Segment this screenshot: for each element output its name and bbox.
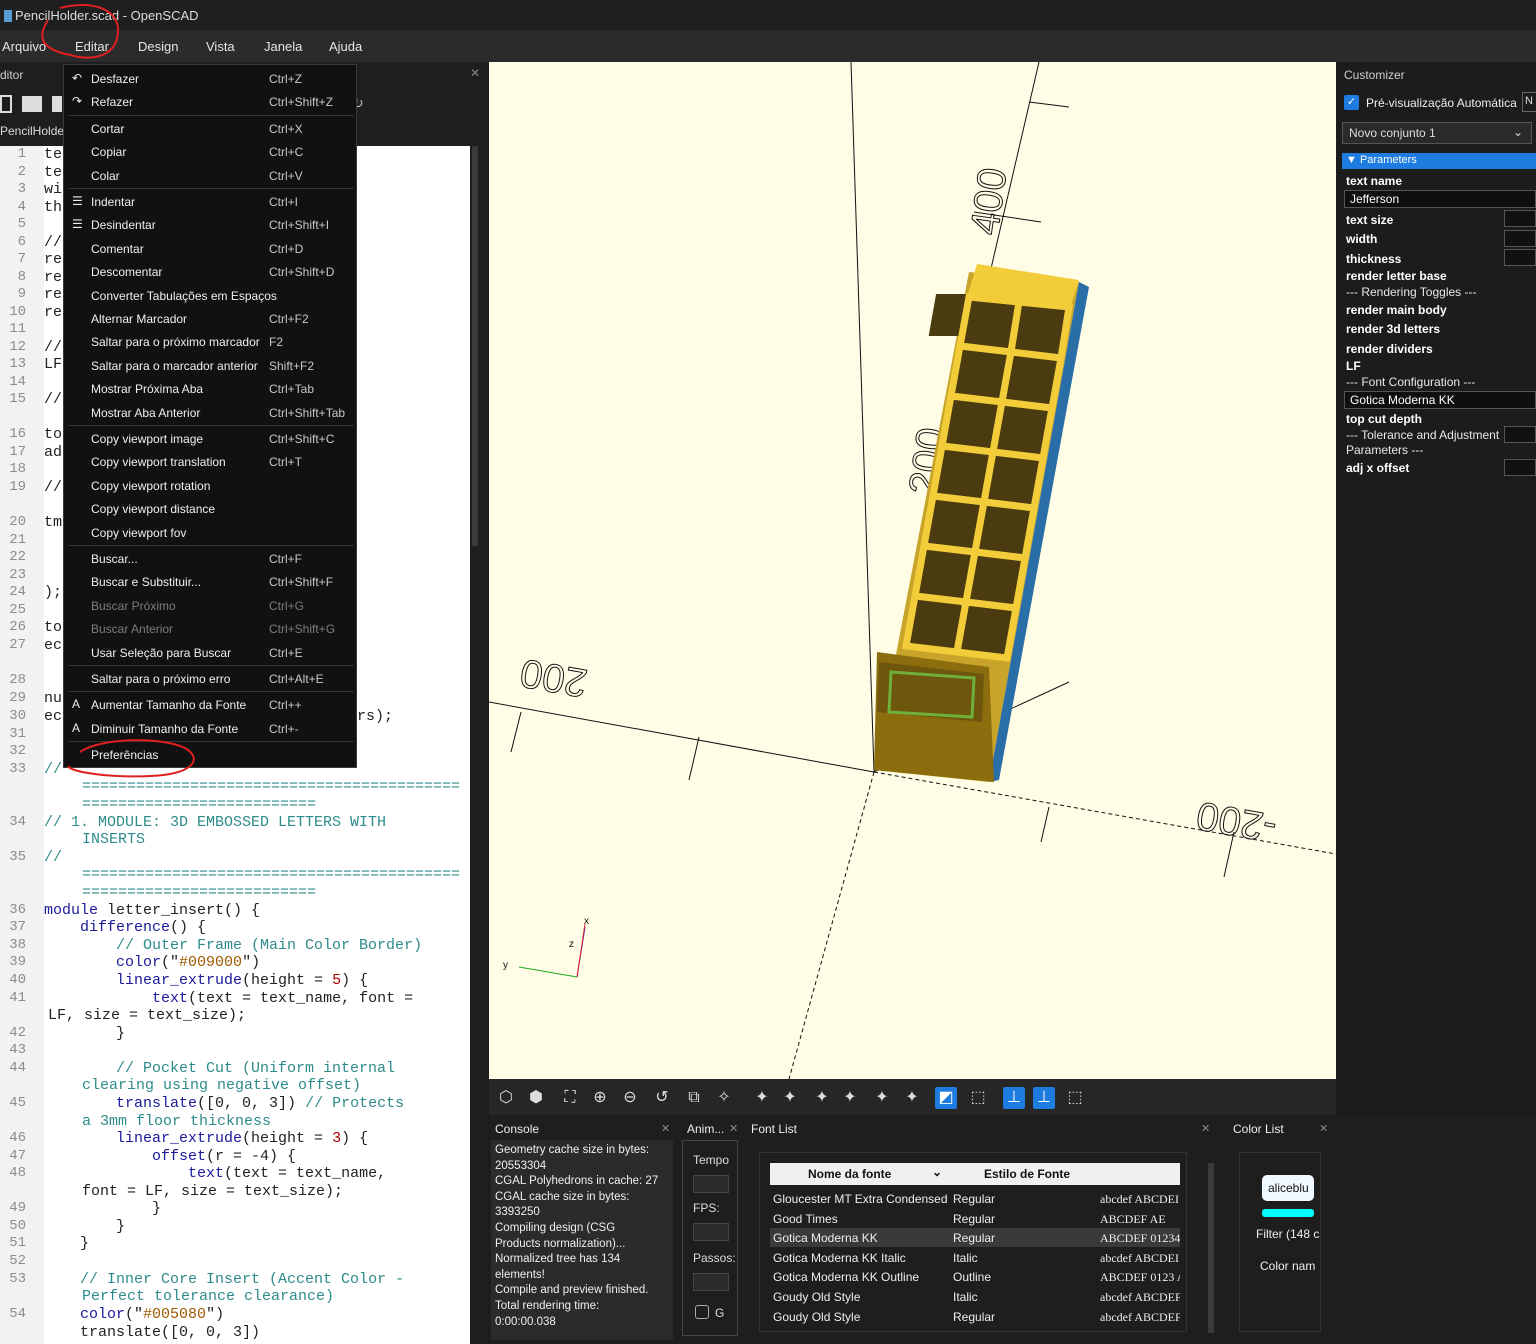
annotation-marks: [41, 4, 195, 778]
annotation-circle-editar: [41, 4, 120, 59]
annotation-circle-preferencias: [67, 739, 195, 778]
